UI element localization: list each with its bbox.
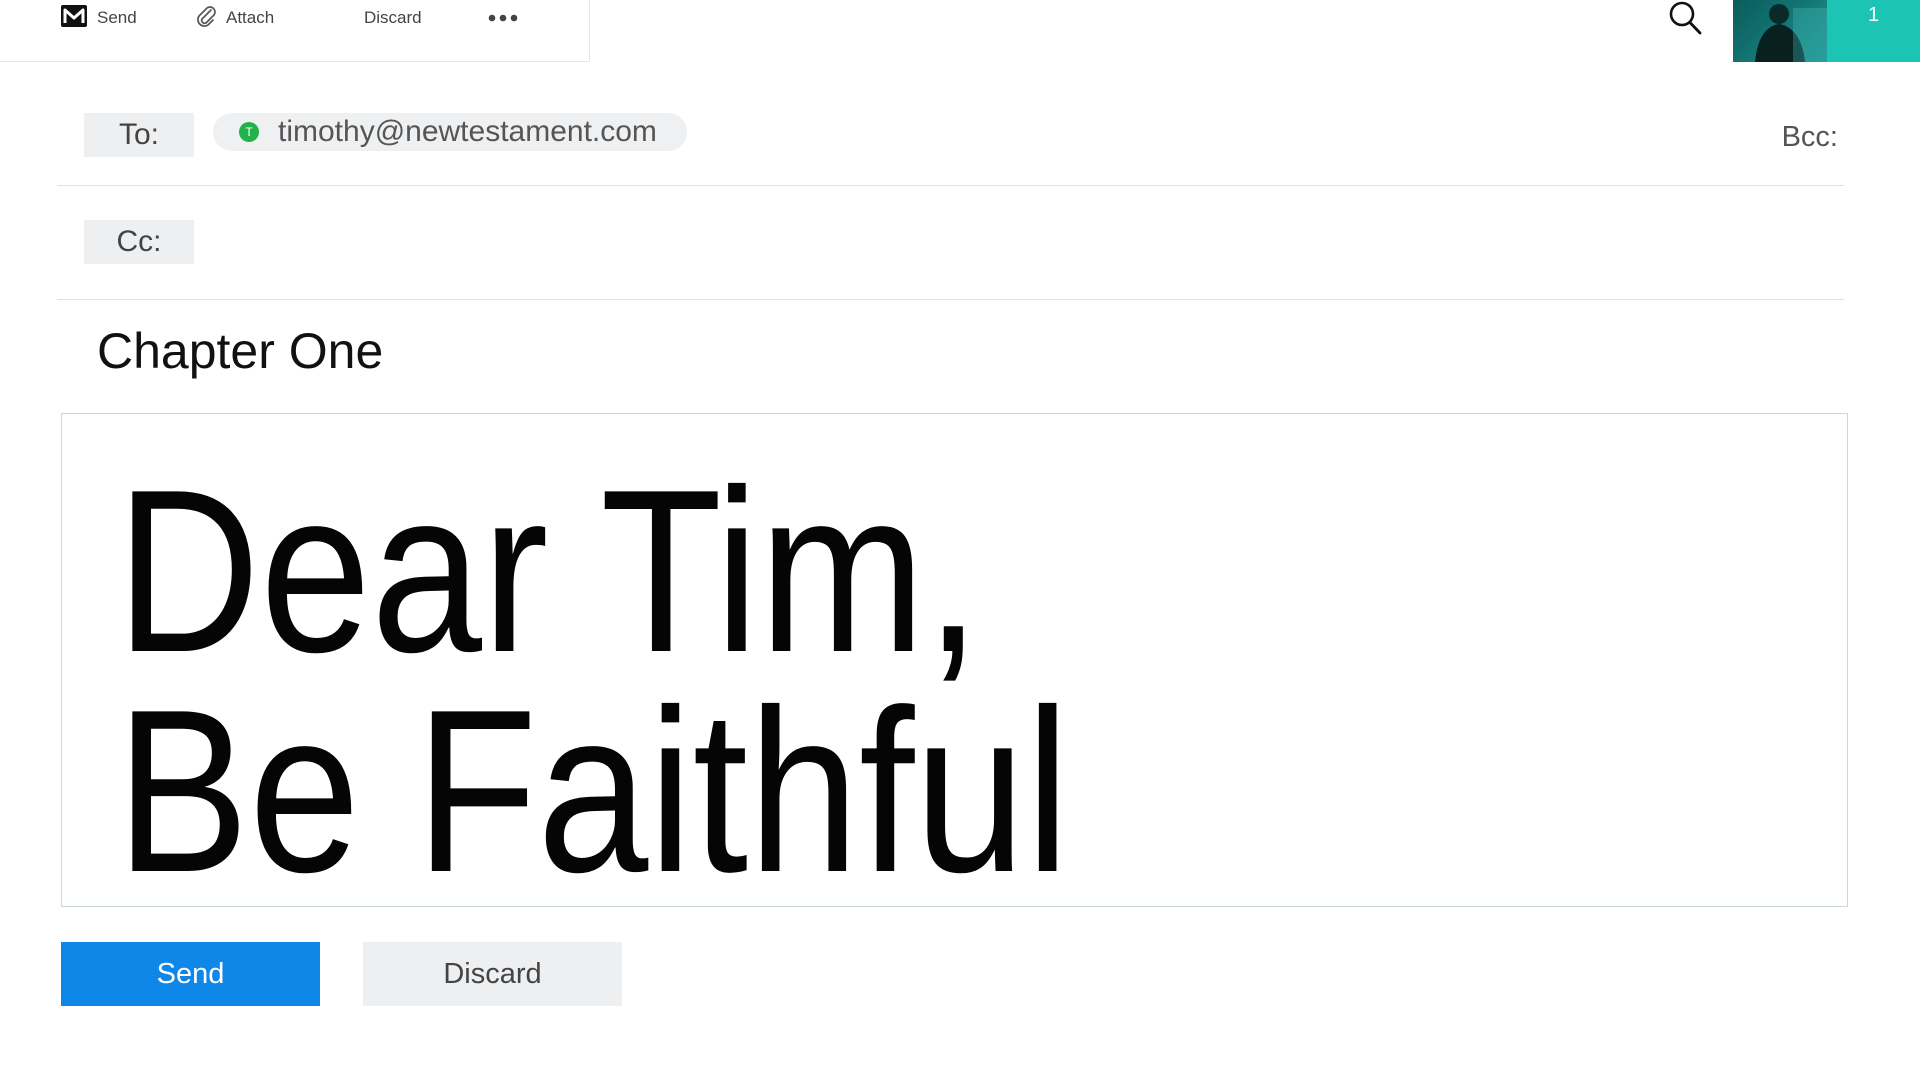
- message-body-editor[interactable]: Dear Tim, Be Faithful: [61, 413, 1848, 921]
- toolbar-send-button[interactable]: Send: [60, 0, 137, 36]
- toolbar-discard-label: Discard: [364, 8, 422, 27]
- discard-button[interactable]: Discard: [363, 942, 622, 1006]
- cc-label-button[interactable]: Cc:: [84, 220, 194, 264]
- cc-row[interactable]: Cc:: [57, 185, 1844, 300]
- body-line: Dear Tim,: [116, 442, 981, 701]
- toolbar-attach-label: Attach: [226, 8, 275, 27]
- search-button[interactable]: [1667, 0, 1703, 40]
- toolbar-attach-button[interactable]: Attach: [195, 0, 274, 36]
- bcc-toggle[interactable]: Bcc:: [1782, 121, 1838, 154]
- compose-toolbar: Send Attach Discard: [0, 0, 590, 62]
- recipient-chip[interactable]: T timothy@newtestament.com: [213, 113, 687, 151]
- more-horizontal-icon: [488, 8, 518, 28]
- subject-field[interactable]: Chapter One: [97, 322, 383, 380]
- search-icon: [1668, 0, 1702, 41]
- mail-icon: [60, 4, 97, 33]
- notification-count: 1: [1867, 4, 1880, 26]
- toolbar-more-button[interactable]: [488, 0, 518, 36]
- to-label-button[interactable]: To:: [84, 113, 194, 157]
- paperclip-icon: [195, 4, 226, 33]
- notification-badge[interactable]: 1: [1827, 0, 1920, 62]
- body-line: Be Faithful: [116, 662, 1070, 921]
- toolbar-discard-button[interactable]: Discard: [364, 0, 422, 36]
- toolbar-send-label: Send: [97, 8, 137, 27]
- recipient-avatar-dot: T: [239, 122, 259, 142]
- user-avatar[interactable]: [1733, 0, 1827, 62]
- compose-window: Send Attach Discard 1 To: T timothy@newt…: [0, 0, 1920, 1080]
- send-button[interactable]: Send: [61, 942, 320, 1006]
- to-row: To: T timothy@newtestament.com Bcc:: [57, 62, 1844, 186]
- recipient-email: timothy@newtestament.com: [278, 115, 657, 148]
